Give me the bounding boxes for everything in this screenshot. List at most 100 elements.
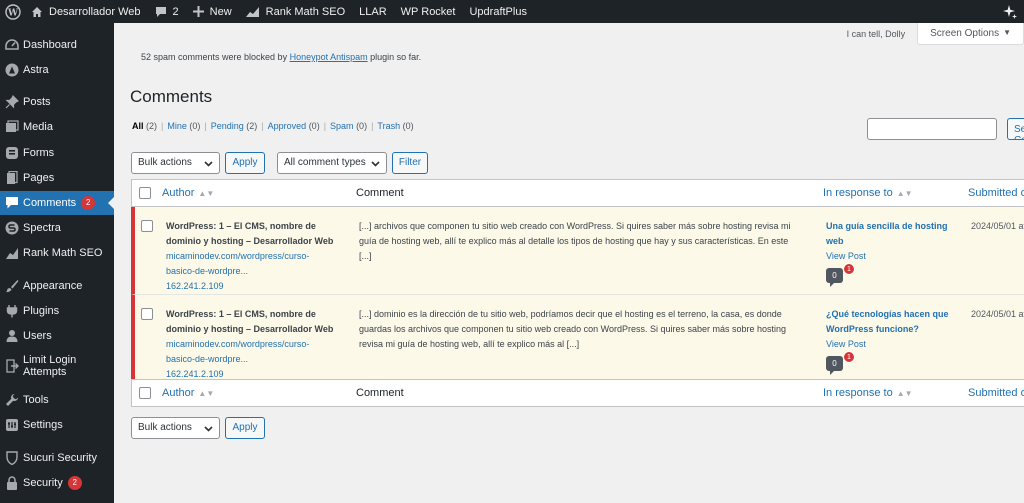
comments-link[interactable]: 2 — [148, 0, 186, 23]
filter-count: (2) — [246, 121, 258, 131]
rank-math-icon — [245, 7, 259, 17]
comment-line: guardas los archivos que componen tu sit… — [359, 324, 787, 334]
site-name-link[interactable]: Desarrollador Web — [24, 0, 148, 23]
author-url-line[interactable]: micaminodev.com/wordpress/curso- — [166, 249, 346, 264]
sidebar-item-settings[interactable]: Settings — [0, 413, 114, 437]
author-url-line[interactable]: micaminodev.com/wordpress/curso- — [166, 337, 346, 352]
sidebar-item-users[interactable]: Users — [0, 324, 114, 348]
submitted-date[interactable]: 2024/05/01 at — [971, 219, 1024, 234]
sidebar-item-label: Sucuri Security — [23, 452, 97, 464]
new-content-link[interactable]: New — [186, 0, 239, 23]
updraftplus-link[interactable]: UpdraftPlus — [462, 0, 533, 23]
column-in-response-to[interactable]: In response to ▲▼ — [823, 187, 913, 199]
bulk-actions-select-top[interactable]: Bulk actions — [131, 152, 220, 174]
sidebar-item-posts[interactable]: Posts — [0, 90, 114, 114]
filter-mine[interactable]: Mine (0) — [167, 121, 200, 131]
plus-icon — [192, 6, 204, 17]
lock-icon — [4, 476, 19, 491]
author-url-line[interactable]: basico-de-wordpre... — [166, 264, 346, 279]
approved-count: 0 — [826, 268, 843, 283]
post-title-line: web — [826, 236, 844, 246]
comment-count-bubble[interactable]: 0 1 — [826, 351, 855, 371]
filter-spam[interactable]: Spam (0) — [330, 121, 367, 131]
post-title-link[interactable]: Una guía sencilla de hosting web — [826, 219, 966, 249]
column-author[interactable]: Author ▲▼ — [162, 187, 214, 199]
apply-button-top[interactable]: Apply — [225, 152, 265, 174]
table-header: Author ▲▼ Comment In response to ▲▼ Submit… — [132, 180, 1024, 207]
separator: | — [204, 121, 207, 131]
main-content: I can tell, Dolly Screen Options ▼ 52 sp… — [114, 23, 1024, 503]
select-all-checkbox[interactable] — [139, 187, 151, 199]
sidebar-item-pages[interactable]: Pages — [0, 166, 114, 190]
column-submitted-on[interactable]: Submitted on — [968, 187, 1024, 199]
wordpress-logo-icon[interactable]: W — [0, 0, 24, 23]
sidebar-item-appearance[interactable]: Appearance — [0, 274, 114, 298]
submitted-date[interactable]: 2024/05/01 at — [971, 307, 1024, 322]
llar-link[interactable]: LLAR — [352, 0, 394, 23]
honeypot-notice: 52 spam comments were blocked by Honeypo… — [141, 52, 421, 62]
sidebar-item-comments[interactable]: Comments 2 — [0, 191, 115, 215]
sidebar-item-label: Comments — [23, 197, 77, 209]
sidebar-item-limit-login[interactable]: Limit Login Attempts — [0, 350, 114, 382]
comment-line: revisa mi guía de hosting web, allí te e… — [359, 339, 580, 349]
column-label: In response to — [823, 187, 893, 199]
security-badge: 2 — [67, 476, 82, 490]
comment-author: WordPress: 1 – El CMS, nombre de dominio… — [166, 307, 346, 382]
astra-icon — [4, 63, 19, 78]
post-title-link[interactable]: ¿Qué tecnologías hacen que WordPress func… — [826, 307, 966, 337]
sidebar-item-forms[interactable]: Forms — [0, 141, 114, 165]
column-author-footer[interactable]: Author ▲▼ — [162, 387, 214, 399]
comment-count-bubble[interactable]: 0 1 — [826, 263, 855, 283]
comment-type-value: All comment types — [284, 157, 366, 168]
sidebar-item-security[interactable]: Security 2 — [0, 471, 114, 495]
screen-options-label: Screen Options — [930, 28, 1000, 39]
author-ip[interactable]: 162.241.2.109 — [166, 279, 346, 294]
chevron-down-icon — [204, 161, 213, 167]
sidebar-item-media[interactable]: Media — [0, 115, 114, 139]
column-submitted-on-footer[interactable]: Submitted on — [968, 387, 1024, 399]
sidebar-item-plugins[interactable]: Plugins — [0, 299, 114, 323]
search-input[interactable] — [867, 118, 997, 140]
filter-label: Pending — [210, 121, 244, 131]
column-label: Author — [162, 387, 195, 399]
apply-button-bottom[interactable]: Apply — [225, 417, 265, 439]
filter-button[interactable]: Filter — [392, 152, 428, 174]
sidebar-item-dashboard[interactable]: Dashboard — [0, 33, 114, 57]
rank-math-link[interactable]: Rank Math SEO — [239, 0, 352, 23]
comment-type-select[interactable]: All comment types — [277, 152, 387, 174]
select-all-checkbox-bottom[interactable] — [139, 387, 151, 399]
column-in-response-to-footer[interactable]: In response to ▲▼ — [823, 387, 913, 399]
screen-options-button[interactable]: Screen Options ▼ — [917, 23, 1024, 45]
bulk-actions-value: Bulk actions — [138, 157, 192, 168]
column-label: In response to — [823, 387, 893, 399]
bulk-actions-select-bottom[interactable]: Bulk actions — [131, 417, 220, 439]
view-post-link[interactable]: View Post — [826, 337, 966, 352]
sidebar-item-spectra[interactable]: Spectra — [0, 216, 114, 240]
filter-pending[interactable]: Pending (2) — [211, 121, 258, 131]
wp-rocket-link[interactable]: WP Rocket — [394, 0, 463, 23]
ai-sparkle-icon[interactable] — [1002, 4, 1018, 20]
sidebar-item-label: Tools — [23, 394, 49, 406]
pin-icon — [4, 95, 19, 110]
sidebar-item-rank-math[interactable]: Rank Math SEO — [0, 241, 114, 265]
sidebar-item-astra[interactable]: Astra — [0, 58, 114, 82]
filter-approved[interactable]: Approved (0) — [268, 121, 320, 131]
filter-trash[interactable]: Trash (0) — [377, 121, 413, 131]
sidebar-item-label: Appearance — [23, 280, 83, 292]
row-checkbox[interactable] — [141, 308, 153, 320]
wp-rocket-label: WP Rocket — [400, 5, 456, 18]
filter-all[interactable]: All (2) — [132, 121, 157, 131]
sidebar-item-tools[interactable]: Tools — [0, 388, 114, 412]
honeypot-link[interactable]: Honeypot Antispam — [290, 52, 368, 62]
chevron-down-icon — [371, 161, 380, 167]
sidebar-item-sucuri[interactable]: Sucuri Security — [0, 446, 114, 470]
row-checkbox[interactable] — [141, 220, 153, 232]
filter-label: Approved — [267, 121, 307, 131]
author-url-line[interactable]: basico-de-wordpre... — [166, 352, 346, 367]
view-post-link[interactable]: View Post — [826, 249, 966, 264]
search-comments-button[interactable]: Search Comments — [1007, 118, 1024, 140]
separator: | — [161, 121, 164, 131]
separator: | — [261, 121, 264, 131]
sidebar-item-label: Security — [23, 477, 63, 489]
comment-line: [...] — [359, 251, 372, 261]
